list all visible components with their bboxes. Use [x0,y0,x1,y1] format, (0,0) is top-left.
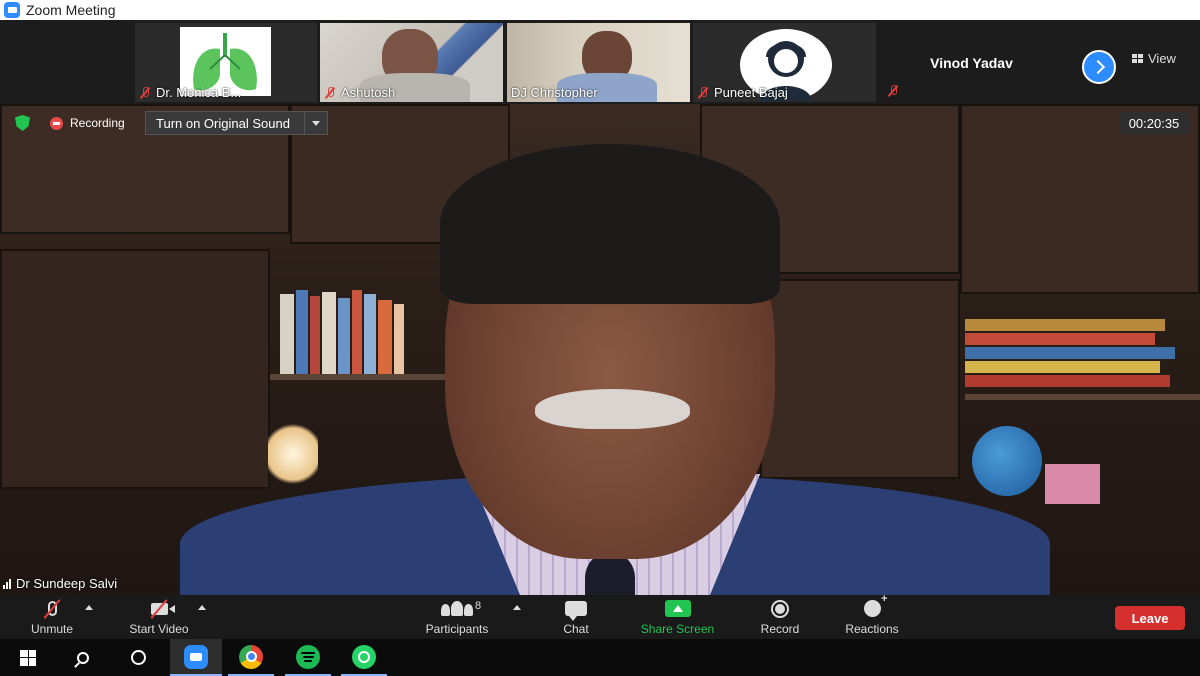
active-speaker-label: Dr Sundeep Salvi [3,576,117,591]
lamp-glow [268,419,318,489]
reactions-label: Reactions [845,621,899,636]
shelf [965,394,1200,400]
participant-name: Dr. Monica B... [156,85,242,100]
chat-icon [563,599,589,621]
start-video-button[interactable]: Start Video [120,595,198,639]
participant-name: Puneet Bajaj [714,85,788,100]
muted-mic-icon [887,85,899,97]
participant-label: DJ Christopher [511,85,598,100]
view-label: View [1148,50,1176,66]
participant-tile-ashutosh[interactable]: Ashutosh [320,23,503,102]
meeting-timer: 00:20:35 [1119,112,1189,134]
video-off-icon [146,598,175,619]
unmute-label: Unmute [30,621,74,636]
participant-name: Vinod Yadav [930,54,1013,71]
window-titlebar: Zoom Meeting [0,0,1200,20]
cabinet-panel [0,249,270,489]
record-button[interactable]: Record [754,595,806,639]
muted-mic-icon [697,86,709,99]
windows-start-icon[interactable] [5,639,51,676]
zoom-logo-icon [4,2,20,18]
muted-mic-icon [139,86,151,99]
recording-indicator[interactable]: Recording [50,113,125,133]
participants-button[interactable]: Participants [418,595,496,639]
shelf [270,374,450,380]
search-icon[interactable] [60,639,106,676]
participant-tile-vinod[interactable]: Vinod Yadav [880,23,1063,102]
chevron-down-icon [312,120,320,126]
participants-label: Participants [425,621,489,636]
participant-tile-monica[interactable]: Dr. Monica B... [135,23,317,102]
leave-button[interactable]: Leave [1115,606,1185,630]
globe [972,426,1042,496]
recording-icon [50,116,63,130]
participant-label: Dr. Monica B... [139,85,241,100]
participant-count: 8 [475,600,482,612]
encryption-shield-icon[interactable] [15,115,30,131]
record-icon [767,599,793,619]
participants-icon [441,599,473,619]
participants-chevron-up-icon[interactable] [513,605,521,610]
participant-tile-christopher[interactable]: DJ Christopher [507,23,690,102]
recording-label: Recording [70,116,125,130]
video-options-chevron-up-icon[interactable] [198,605,206,610]
participant-name: Ashutosh [341,85,396,100]
bookshelf-books [280,289,404,374]
chat-button[interactable]: Chat [551,595,601,639]
sound-options-dropdown[interactable] [305,120,327,126]
share-screen-label: Share Screen [640,621,715,636]
speaker-mustache [535,389,690,429]
spotify-icon[interactable] [285,639,331,676]
windows-taskbar [0,639,1200,676]
share-screen-button[interactable]: Share Screen [635,595,720,639]
cortana-icon[interactable] [115,639,161,676]
view-button[interactable]: View [1126,48,1182,68]
chat-label: Chat [563,621,589,636]
bookshelf-stack [965,319,1175,394]
whatsapp-icon[interactable] [341,639,387,676]
muted-microphone-icon [39,598,65,619]
grid-view-icon [1132,53,1143,63]
share-screen-icon [664,599,691,619]
reactions-icon [859,593,888,619]
muted-mic-icon [324,86,336,99]
original-sound-button[interactable]: Turn on Original Sound [145,111,328,135]
record-label: Record [760,621,800,636]
active-speaker-video [0,104,1200,595]
participant-label: Puneet Bajaj [697,85,788,100]
pink-box [1045,464,1100,504]
chrome-icon[interactable] [228,639,274,676]
audio-options-chevron-up-icon[interactable] [85,605,93,610]
unmute-button[interactable]: Unmute [22,595,82,639]
meeting-status-bar: Recording Turn on Original Sound 00:20:3… [0,104,1200,142]
speaker-hair [440,144,780,304]
speaker-name: Dr Sundeep Salvi [16,576,118,591]
meeting-toolbar: Unmute Start Video Participants 8 Chat S… [0,593,1200,639]
participant-label: Ashutosh [324,85,395,100]
participant-strip: Dr. Monica B... Ashutosh DJ Christopher [0,20,1200,104]
next-page-arrow-icon[interactable] [1082,50,1116,84]
speaker-tie [585,554,635,595]
zoom-app-icon[interactable] [170,639,222,676]
participant-tile-puneet[interactable]: Puneet Bajaj [693,23,876,102]
start-video-label: Start Video [129,621,189,636]
cabinet-panel [760,279,960,479]
original-sound-label: Turn on Original Sound [146,112,305,134]
signal-strength-icon [3,578,11,589]
reactions-button[interactable]: Reactions [840,593,904,639]
participant-name: DJ Christopher [511,85,598,100]
window-title: Zoom Meeting [26,2,116,18]
